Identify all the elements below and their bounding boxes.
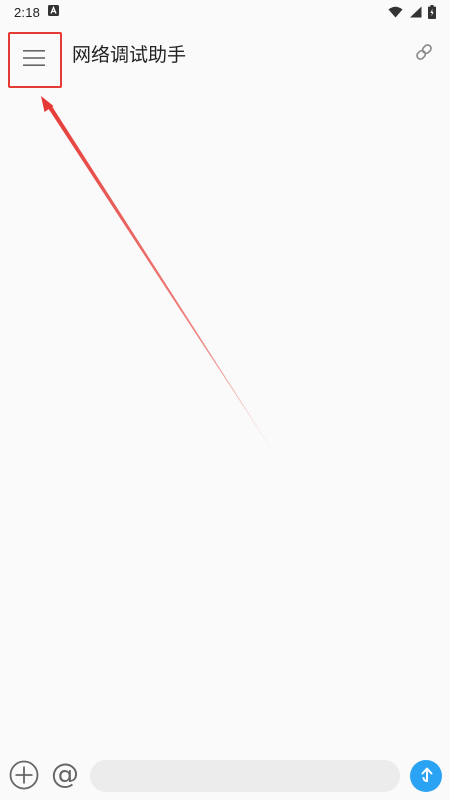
add-button[interactable] [9, 760, 39, 790]
a-notification-icon [48, 4, 60, 20]
send-button[interactable] [410, 760, 442, 792]
status-right [388, 5, 436, 19]
link-button[interactable] [412, 42, 436, 66]
mention-button[interactable]: @ [50, 757, 80, 791]
link-icon [414, 42, 434, 66]
hamburger-menu-icon [23, 49, 47, 71]
status-bar: 2:18 [0, 0, 450, 24]
signal-icon [409, 6, 422, 18]
plus-circle-icon [9, 760, 39, 794]
battery-charging-icon [428, 5, 436, 19]
message-input[interactable] [90, 760, 400, 792]
status-left: 2:18 [14, 4, 60, 20]
app-bar: 网络调试助手 [0, 24, 450, 84]
message-area [0, 88, 450, 748]
wifi-icon [388, 6, 403, 18]
app-screen: 2:18 网络调试助手 @ [0, 0, 450, 800]
input-bar: @ [0, 752, 450, 800]
status-time: 2:18 [14, 4, 41, 20]
app-title: 网络调试助手 [72, 44, 187, 66]
send-up-arrow-icon [418, 765, 434, 787]
menu-button[interactable] [8, 32, 62, 88]
